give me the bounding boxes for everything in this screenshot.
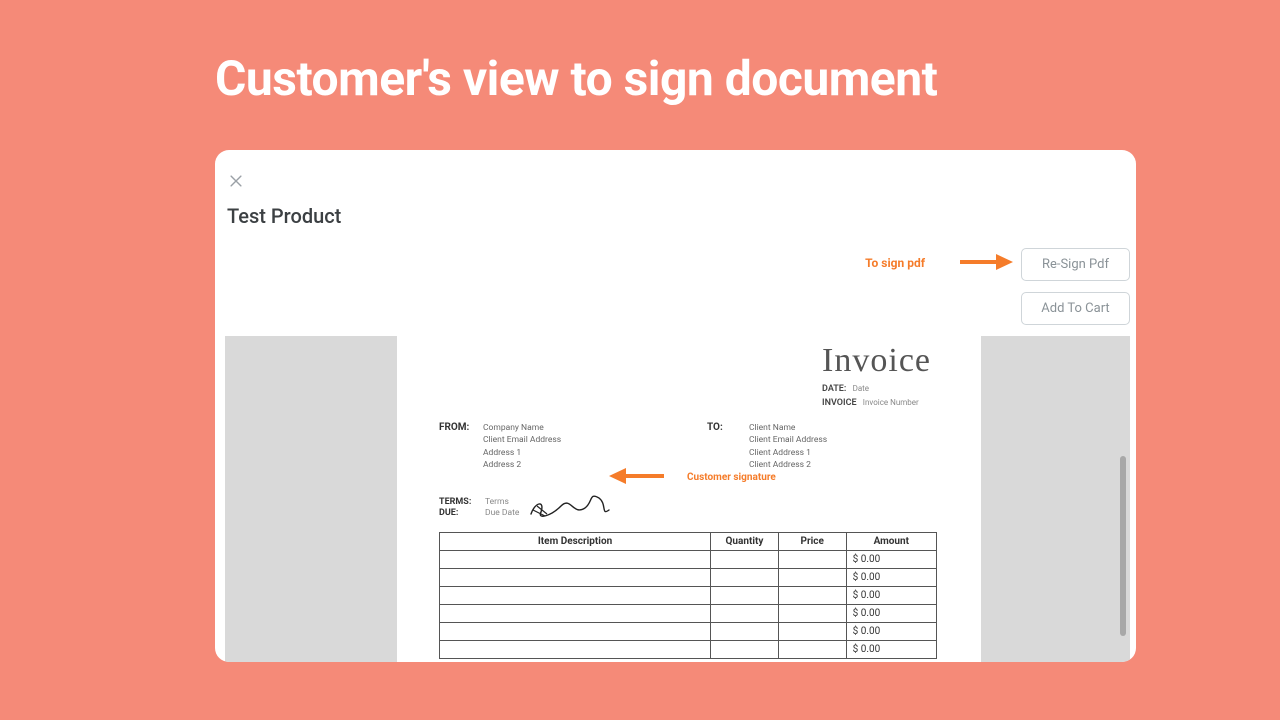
to-block: Client Name Client Email Address Client … [749,422,827,471]
pdf-viewer: Invoice DATE: Date INVOICE Invoice Numbe… [225,336,1130,662]
pdf-page: Invoice DATE: Date INVOICE Invoice Numbe… [397,336,981,662]
arrow-right-icon [958,252,1013,272]
col-qty: Quantity [711,533,779,551]
signature-hint: Customer signature [687,472,776,483]
col-amount: Amount [846,533,936,551]
from-email: Client Email Address [483,434,561,446]
table-row: $ 0.00 [440,587,937,605]
from-addr1: Address 1 [483,447,561,459]
table-header-row: Item Description Quantity Price Amount [440,533,937,551]
table-row: $ 0.00 [440,551,937,569]
table-row: $ 0.00 [440,569,937,587]
due-label: DUE: [439,508,458,518]
date-label: DATE: [822,384,846,394]
from-label: FROM: [439,422,469,433]
invoice-number-line: INVOICE Invoice Number [822,398,931,408]
to-addr2: Client Address 2 [749,459,827,471]
amount-cell: $ 0.00 [846,641,936,659]
col-price: Price [778,533,846,551]
amount-cell: $ 0.00 [846,605,936,623]
amount-cell: $ 0.00 [846,551,936,569]
col-desc: Item Description [440,533,711,551]
items-table: Item Description Quantity Price Amount $… [439,532,937,659]
from-block: Company Name Client Email Address Addres… [483,422,561,471]
amount-cell: $ 0.00 [846,569,936,587]
terms-value: Terms [485,497,509,507]
terms-label: TERMS: [439,497,471,507]
invno-value: Invoice Number [863,398,919,407]
to-sign-hint: To sign pdf [865,256,925,270]
invoice-header: Invoice DATE: Date INVOICE Invoice Numbe… [822,342,931,408]
invno-label: INVOICE [822,398,857,408]
from-company: Company Name [483,422,561,434]
date-value: Date [853,384,869,393]
table-row: $ 0.00 [440,641,937,659]
amount-cell: $ 0.00 [846,587,936,605]
table-row: $ 0.00 [440,623,937,641]
to-name: Client Name [749,422,827,434]
to-email: Client Email Address [749,434,827,446]
invoice-title: Invoice [822,342,931,380]
amount-cell: $ 0.00 [846,623,936,641]
page-title: Customer's view to sign document [215,50,937,107]
invoice-date-line: DATE: Date [822,384,931,394]
to-label: TO: [707,422,723,433]
arrow-left-icon [609,466,664,486]
sign-modal: Test Product To sign pdf Re-Sign Pdf Add… [215,150,1136,662]
scrollbar-thumb[interactable] [1120,456,1126,636]
from-addr2: Address 2 [483,459,561,471]
due-value: Due Date [485,508,519,518]
to-addr1: Client Address 1 [749,447,827,459]
close-icon[interactable] [229,174,249,194]
product-title: Test Product [227,204,341,228]
signature-scribble-icon [527,486,612,522]
table-row: $ 0.00 [440,605,937,623]
resign-pdf-button[interactable]: Re-Sign Pdf [1021,248,1130,281]
add-to-cart-button[interactable]: Add To Cart [1021,292,1130,325]
